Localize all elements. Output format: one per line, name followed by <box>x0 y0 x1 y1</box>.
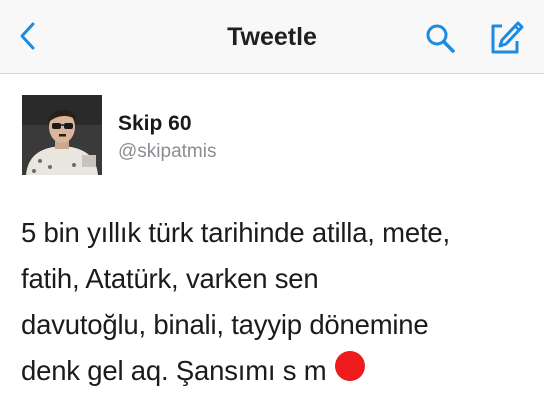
avatar-image <box>22 95 102 175</box>
search-icon <box>426 24 455 53</box>
author-handle[interactable]: @skipatmis <box>118 141 216 163</box>
tweet-text: 5 bin yıllık türk tarihinde atilla, mete… <box>21 210 536 394</box>
redaction-dot <box>335 351 365 381</box>
tweet-text-line-4: denk gel aq. Şansımı s m <box>21 355 327 386</box>
compose-tweet-icon <box>491 21 524 54</box>
author-display-name[interactable]: Skip 60 <box>118 112 192 136</box>
page-title: Tweetle <box>227 22 317 51</box>
search-button[interactable] <box>422 20 458 56</box>
avatar[interactable] <box>22 95 102 175</box>
tweet-text-line-3: davutoğlu, binali, tayyip dönemine <box>21 309 429 340</box>
tweet-text-line-1: 5 bin yıllık türk tarihinde atilla, mete… <box>21 217 450 248</box>
chevron-left-icon <box>20 22 35 50</box>
tweet-text-line-2: fatih, Atatürk, varken sen <box>21 263 319 294</box>
navigation-bar: Tweetle <box>0 0 544 74</box>
compose-tweet-button[interactable] <box>486 18 526 58</box>
back-button[interactable] <box>12 20 44 52</box>
